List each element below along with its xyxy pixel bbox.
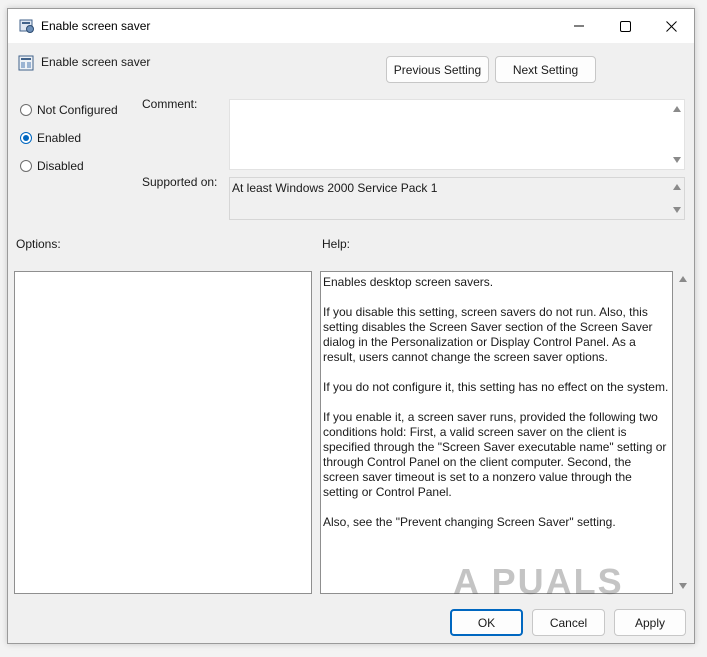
title-bar[interactable]: Enable screen saver	[8, 9, 694, 43]
radio-disabled[interactable]: Disabled	[20, 159, 84, 173]
help-text-pane: Enables desktop screen savers. If you di…	[320, 271, 673, 594]
maximize-button[interactable]	[602, 9, 648, 43]
apply-button[interactable]: Apply	[614, 609, 686, 636]
help-paragraph: If you disable this setting, screen save…	[323, 305, 653, 364]
radio-not-configured[interactable]: Not Configured	[20, 103, 118, 117]
radio-button-selected[interactable]	[20, 132, 32, 144]
scroll-down-arrow-icon[interactable]	[673, 207, 681, 213]
maximize-icon	[619, 20, 631, 32]
policy-editor-icon	[19, 18, 35, 34]
options-pane	[14, 271, 312, 594]
setting-title: Enable screen saver	[41, 55, 151, 69]
supported-on-value: At least Windows 2000 Service Pack 1	[232, 181, 438, 195]
policy-dialog: Enable screen saver Enable screen saver	[7, 8, 695, 644]
radio-label: Disabled	[37, 159, 84, 173]
help-paragraph: Enables desktop screen savers.	[323, 275, 494, 289]
scroll-down-arrow-icon[interactable]	[679, 583, 687, 589]
scroll-up-arrow-icon[interactable]	[673, 184, 681, 190]
window-title: Enable screen saver	[41, 19, 151, 33]
radio-label: Enabled	[37, 131, 82, 145]
radio-enabled[interactable]: Enabled	[20, 131, 81, 145]
radio-label: Not Configured	[37, 103, 118, 117]
help-label: Help:	[322, 237, 351, 251]
supported-on-label: Supported on:	[142, 175, 218, 189]
scroll-up-arrow-icon[interactable]	[679, 276, 687, 282]
ok-button[interactable]: OK	[450, 609, 523, 636]
cancel-button[interactable]: Cancel	[532, 609, 605, 636]
help-paragraph: Also, see the "Prevent changing Screen S…	[323, 515, 616, 529]
comment-textarea[interactable]	[229, 99, 685, 170]
close-button[interactable]	[648, 9, 694, 43]
watermark-text: A PUALS	[453, 561, 624, 602]
close-icon	[665, 20, 677, 32]
previous-setting-button[interactable]: Previous Setting	[386, 56, 489, 83]
watermark-logo: A PUALS	[453, 561, 624, 603]
scroll-up-arrow-icon[interactable]	[673, 106, 681, 112]
minimize-icon	[574, 25, 584, 27]
help-paragraph: If you enable it, a screen saver runs, p…	[323, 410, 667, 499]
supported-on-field: At least Windows 2000 Service Pack 1	[229, 177, 685, 220]
radio-button[interactable]	[20, 160, 32, 172]
comment-label: Comment:	[142, 97, 198, 111]
comment-scrollbar[interactable]	[669, 100, 684, 169]
scroll-down-arrow-icon[interactable]	[673, 157, 681, 163]
setting-icon	[18, 55, 34, 71]
minimize-button[interactable]	[556, 9, 602, 43]
help-scrollbar[interactable]	[675, 271, 690, 594]
radio-button[interactable]	[20, 104, 32, 116]
options-label: Options:	[16, 237, 61, 251]
supported-scrollbar[interactable]	[669, 178, 684, 219]
help-paragraph: If you do not configure it, this setting…	[323, 380, 669, 394]
next-setting-button[interactable]: Next Setting	[495, 56, 596, 83]
